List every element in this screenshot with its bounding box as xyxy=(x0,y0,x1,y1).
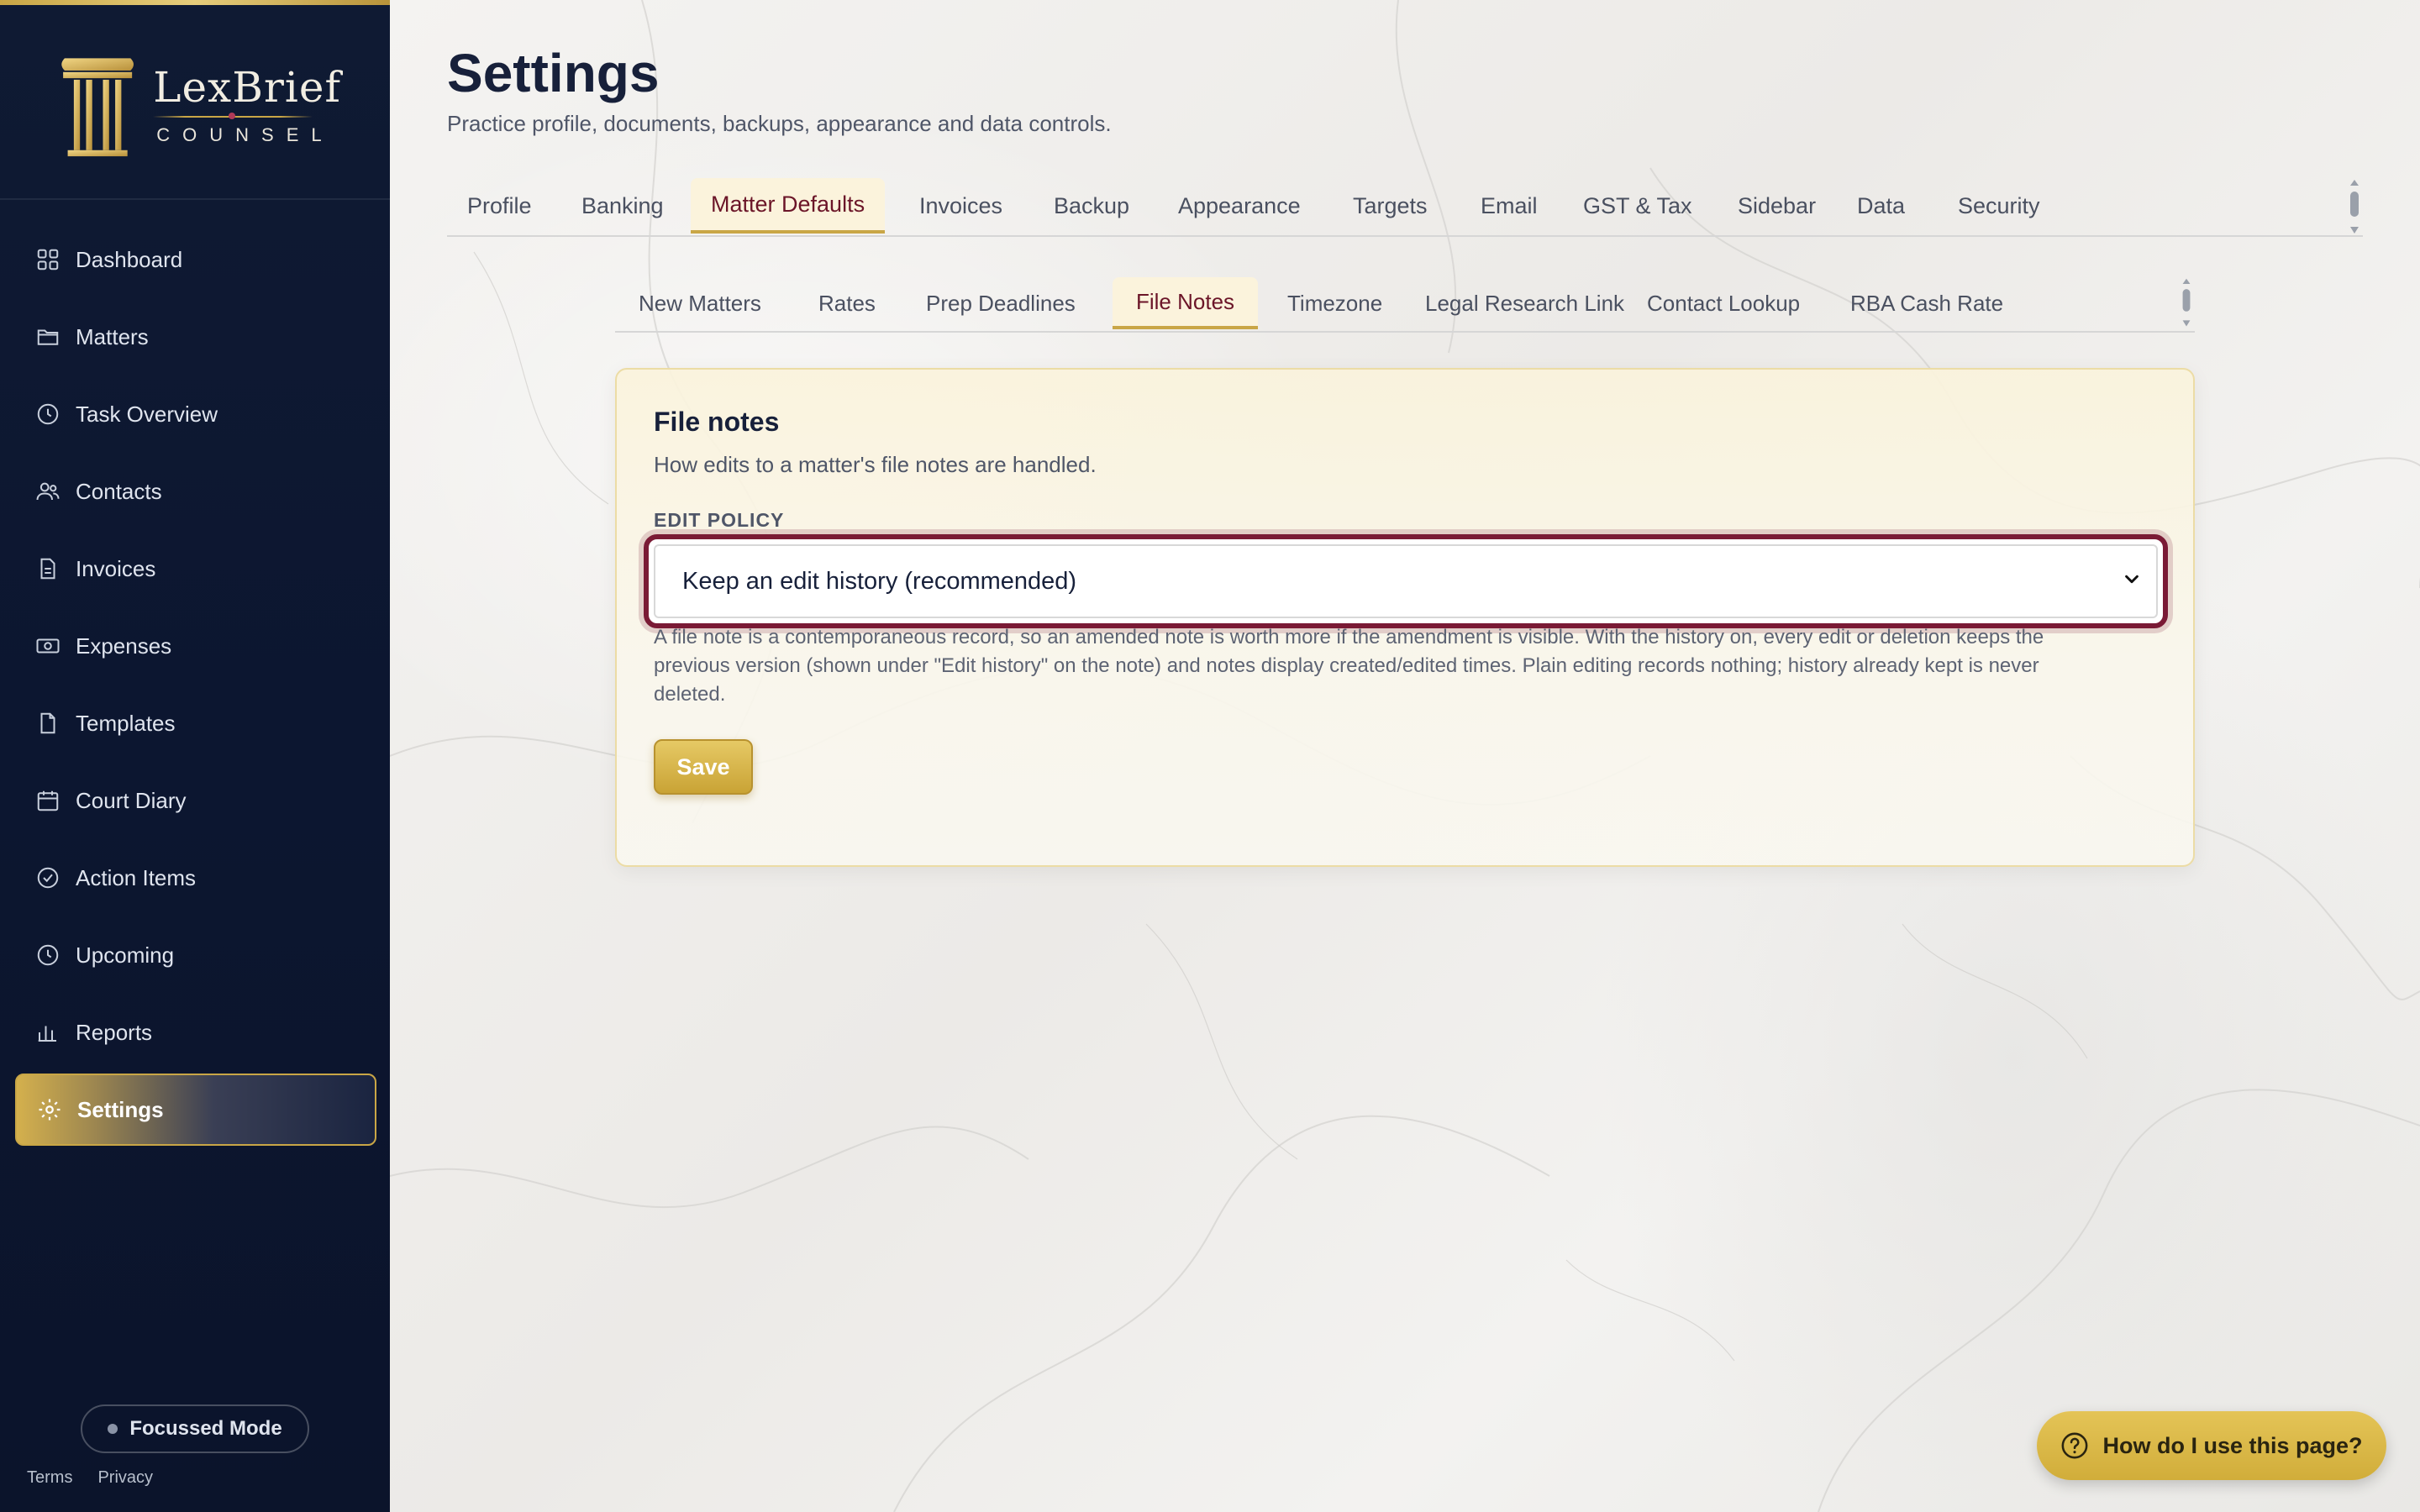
help-button[interactable]: How do I use this page? xyxy=(2037,1411,2386,1480)
brand-separator xyxy=(153,113,313,119)
sidebar-item-upcoming[interactable]: Upcoming xyxy=(15,919,376,991)
edit-policy-value: Keep an edit history (recommended) xyxy=(682,567,1077,595)
sidebar: LexBrief COUNSEL Dashboard Matters Task … xyxy=(0,0,390,1512)
edit-policy-label: EDIT POLICY xyxy=(654,509,785,531)
calendar-icon xyxy=(35,788,60,813)
tab-security[interactable]: Security xyxy=(1938,178,2060,234)
sidebar-item-label: Task Overview xyxy=(76,401,218,427)
privacy-link[interactable]: Privacy xyxy=(97,1468,153,1488)
subtab-new-matters[interactable]: New Matters xyxy=(615,277,785,329)
sidebar-item-label: Reports xyxy=(76,1019,153,1045)
sidebar-item-label: Settings xyxy=(77,1096,164,1122)
help-text-line: previous version (shown under "Edit hist… xyxy=(654,654,2039,677)
help-button-label: How do I use this page? xyxy=(2102,1432,2363,1458)
sidebar-item-court-diary[interactable]: Court Diary xyxy=(15,764,376,837)
sidebar-item-dashboard[interactable]: Dashboard xyxy=(15,223,376,296)
edit-policy-select-box: Keep an edit history (recommended) xyxy=(654,544,2158,618)
sidebar-item-label: Court Diary xyxy=(76,787,187,813)
card-title: File notes xyxy=(654,407,780,437)
sidebar-item-matters[interactable]: Matters xyxy=(15,301,376,373)
tab-data[interactable]: Data xyxy=(1837,178,1925,234)
sidebar-item-label: Matters xyxy=(76,323,149,349)
tab-invoices[interactable]: Invoices xyxy=(899,178,1023,234)
sidebar-item-task-overview[interactable]: Task Overview xyxy=(15,378,376,450)
money-icon xyxy=(35,633,60,659)
folder-icon xyxy=(35,324,60,349)
tab-appearance[interactable]: Appearance xyxy=(1158,178,1321,234)
tabs-scrollbar[interactable] xyxy=(2348,178,2361,237)
file-notes-card: File notes How edits to a matter's file … xyxy=(615,368,2195,867)
sidebar-item-label: Contacts xyxy=(76,478,162,504)
matter-defaults-subtabs: New Matters Rates Prep Deadlines File No… xyxy=(615,277,2195,333)
file-icon xyxy=(35,711,60,736)
help-text-line: A file note is a contemporaneous record,… xyxy=(654,626,2044,648)
brand-logo[interactable]: LexBrief COUNSEL xyxy=(55,42,341,168)
subtab-rates[interactable]: Rates xyxy=(795,277,899,329)
focus-mode-button[interactable]: Focussed Mode xyxy=(81,1404,309,1453)
tab-backup[interactable]: Backup xyxy=(1034,178,1150,234)
terms-link[interactable]: Terms xyxy=(27,1468,72,1488)
page-subtitle: Practice profile, documents, backups, ap… xyxy=(447,111,1112,136)
sidebar-item-label: Upcoming xyxy=(76,942,175,968)
document-icon xyxy=(35,556,60,581)
tab-targets[interactable]: Targets xyxy=(1333,178,1448,234)
sidebar-footer-links: Terms Privacy xyxy=(27,1468,153,1488)
sidebar-item-invoices[interactable]: Invoices xyxy=(15,533,376,605)
status-dot-icon xyxy=(108,1424,118,1434)
sidebar-item-settings[interactable]: Settings xyxy=(15,1074,376,1146)
edit-policy-select[interactable]: Keep an edit history (recommended) xyxy=(644,534,2168,628)
focus-mode-label: Focussed Mode xyxy=(129,1417,282,1440)
tab-profile[interactable]: Profile xyxy=(447,178,552,234)
users-icon xyxy=(35,479,60,504)
subtabs-scrollbar[interactable] xyxy=(2180,277,2193,329)
check-circle-icon xyxy=(35,865,60,890)
bar-chart-icon xyxy=(35,1020,60,1045)
tab-banking[interactable]: Banking xyxy=(561,178,684,234)
tab-sidebar[interactable]: Sidebar xyxy=(1718,178,1836,234)
sidebar-item-label: Templates xyxy=(76,710,176,736)
brand-subtitle: COUNSEL xyxy=(156,124,334,145)
tab-email[interactable]: Email xyxy=(1460,178,1558,234)
chevron-down-icon xyxy=(2125,575,2139,584)
subtab-legal-research-link[interactable]: Legal Research Link xyxy=(1402,277,1648,329)
sidebar-item-label: Action Items xyxy=(76,864,197,890)
sidebar-item-expenses[interactable]: Expenses xyxy=(15,610,376,682)
pillar-logo-icon xyxy=(61,58,134,157)
subtab-file-notes[interactable]: File Notes xyxy=(1113,277,1259,329)
subtab-timezone[interactable]: Timezone xyxy=(1264,277,1406,329)
dashboard-icon xyxy=(35,247,60,272)
tab-matter-defaults[interactable]: Matter Defaults xyxy=(691,178,886,234)
card-description: How edits to a matter's file notes are h… xyxy=(654,452,1097,477)
tab-gst-tax[interactable]: GST & Tax xyxy=(1563,178,1712,234)
subtab-contact-lookup[interactable]: Contact Lookup xyxy=(1623,277,1823,329)
sidebar-item-label: Dashboard xyxy=(76,246,183,272)
sidebar-item-reports[interactable]: Reports xyxy=(15,996,376,1068)
gear-icon xyxy=(37,1097,62,1122)
edit-policy-help-text: A file note is a contemporaneous record,… xyxy=(654,623,2149,709)
subtab-rba-cash-rate[interactable]: RBA Cash Rate xyxy=(1827,277,2027,329)
clock-icon xyxy=(35,942,60,968)
sidebar-item-contacts[interactable]: Contacts xyxy=(15,455,376,528)
sidebar-item-action-items[interactable]: Action Items xyxy=(15,842,376,914)
subtab-prep-deadlines[interactable]: Prep Deadlines xyxy=(902,277,1099,329)
sidebar-item-label: Invoices xyxy=(76,555,156,581)
clock-icon xyxy=(35,402,60,427)
settings-tabs: Profile Banking Matter Defaults Invoices… xyxy=(447,178,2363,237)
help-text-line: deleted. xyxy=(654,683,726,706)
save-button[interactable]: Save xyxy=(654,739,753,795)
sidebar-item-label: Expenses xyxy=(76,633,172,659)
sidebar-item-templates[interactable]: Templates xyxy=(15,687,376,759)
sidebar-top-accent xyxy=(0,0,390,5)
question-circle-icon xyxy=(2062,1432,2088,1459)
page-title: Settings xyxy=(447,43,660,103)
sidebar-divider xyxy=(0,198,390,200)
brand-name: LexBrief xyxy=(153,63,341,112)
